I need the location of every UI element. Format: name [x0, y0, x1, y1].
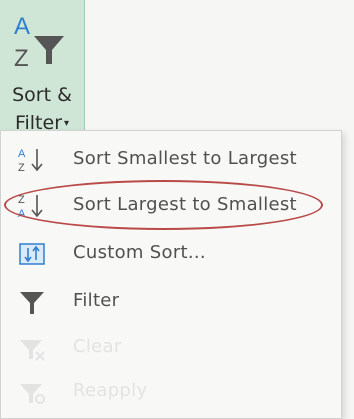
sort-filter-button[interactable]: A Z Sort & Filter ▾ [0, 0, 85, 142]
menu-item-label: Sort Smallest to Largest [73, 148, 297, 169]
svg-text:Z: Z [18, 194, 25, 206]
ribbon-label-line1: Sort & [12, 84, 72, 106]
sort-filter-menu: A Z Sort Smallest to Largest Z A Sort La… [0, 130, 342, 419]
svg-text:Z: Z [18, 162, 25, 174]
menu-item-sort-descending[interactable]: Z A Sort Largest to Smallest [1, 183, 341, 229]
sort-descending-icon: Z A [18, 194, 43, 220]
menu-item-label: Custom Sort... [73, 242, 206, 263]
az-filter-icon: A Z [14, 13, 64, 72]
svg-text:A: A [14, 13, 30, 40]
sort-ascending-icon: A Z [18, 148, 43, 174]
custom-sort-icon [19, 243, 45, 265]
menu-item-filter[interactable]: Filter [1, 279, 341, 325]
menu-item-label: Clear [73, 336, 122, 357]
menu-item-label: Reapply [73, 380, 148, 401]
menu-item-custom-sort[interactable]: Custom Sort... [1, 231, 341, 277]
svg-text:Z: Z [14, 45, 29, 72]
clear-filter-icon [20, 340, 45, 361]
svg-text:A: A [18, 148, 26, 160]
menu-item-label: Filter [73, 290, 120, 311]
chevron-down-icon: ▾ [64, 117, 70, 129]
svg-text:A: A [18, 208, 26, 220]
menu-item-reapply: Reapply [1, 369, 341, 415]
reapply-filter-icon [20, 384, 45, 404]
filter-icon [20, 292, 44, 314]
menu-item-clear: Clear [1, 325, 341, 371]
menu-item-sort-ascending[interactable]: A Z Sort Smallest to Largest [1, 137, 341, 183]
menu-item-label: Sort Largest to Smallest [73, 194, 297, 215]
